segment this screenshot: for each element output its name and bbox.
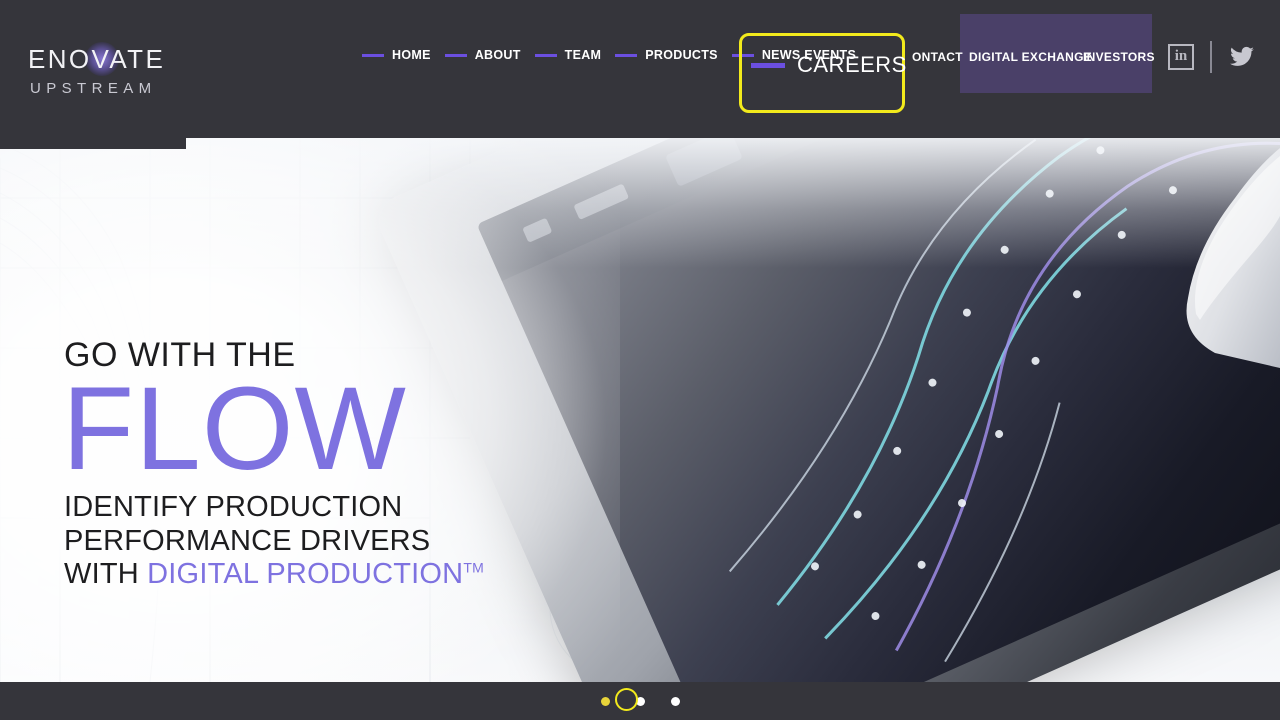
- hero-copy: GO WITH THE FLOW IDENTIFY PRODUCTION PER…: [62, 338, 584, 592]
- nav-item-about[interactable]: ABOUT: [444, 48, 521, 62]
- carousel-dot-3[interactable]: [670, 696, 680, 706]
- nav-item-investors[interactable]: INVESTORS: [1083, 47, 1155, 67]
- nav-label-careers: CAREERS: [797, 52, 907, 77]
- social-links: in: [1168, 41, 1256, 73]
- carousel-pagination: [0, 682, 1280, 720]
- nav-label-home: HOME: [392, 48, 431, 62]
- nav-item-contact[interactable]: ONTACT: [912, 47, 963, 67]
- twitter-icon[interactable]: [1228, 44, 1256, 70]
- logo-wordmark: ENOVATE: [28, 44, 166, 74]
- nav-dash-icon: [615, 53, 638, 57]
- site-logo[interactable]: ENOVATE UPSTREAM: [28, 42, 178, 98]
- nav-label-digital-exchange: DIGITAL EXCHANGE: [969, 50, 1093, 64]
- hero-sub-line-3-prefix: WITH: [64, 558, 148, 591]
- carousel-dot-highlight-annotation: [615, 688, 638, 711]
- nav-dash-icon: [751, 62, 785, 68]
- nav-item-team[interactable]: TEAM: [534, 48, 602, 62]
- nav-label-products: PRODUCTS: [645, 48, 718, 62]
- carousel-dot-1[interactable]: [600, 696, 610, 706]
- social-divider: [1210, 41, 1212, 73]
- nav-dash-icon: [362, 53, 384, 57]
- nav-item-careers[interactable]: CAREERS: [751, 52, 907, 78]
- hero-headline: FLOW: [62, 363, 407, 495]
- nav-label-team: TEAM: [564, 48, 602, 62]
- logo-tagline: UPSTREAM: [30, 80, 157, 97]
- nav-label-contact: ONTACT: [912, 50, 963, 64]
- nav-label-investors: INVESTORS: [1083, 50, 1155, 64]
- hero-sub-line-3-accent: DIGITAL PRODUCTION: [147, 558, 464, 591]
- linkedin-icon[interactable]: in: [1168, 44, 1194, 70]
- nav-item-products[interactable]: PRODUCTS: [615, 48, 718, 62]
- nav-item-home[interactable]: HOME: [362, 48, 431, 62]
- hero-subheadline: IDENTIFY PRODUCTION PERFORMANCE DRIVERS …: [64, 491, 584, 592]
- nav-label-about: ABOUT: [474, 48, 521, 62]
- hero-sub-line-2: PERFORMANCE DRIVERS: [64, 524, 431, 557]
- trademark-symbol: TM: [463, 559, 484, 576]
- nav-dash-icon: [444, 53, 467, 57]
- nav-item-digital-exchange[interactable]: DIGITAL EXCHANGE: [969, 47, 1092, 67]
- nav-dash-icon: [534, 53, 557, 57]
- hero-carousel-slide: GO WITH THE FLOW IDENTIFY PRODUCTION PER…: [0, 138, 1280, 682]
- hero-sub-line-1: IDENTIFY PRODUCTION: [64, 491, 403, 524]
